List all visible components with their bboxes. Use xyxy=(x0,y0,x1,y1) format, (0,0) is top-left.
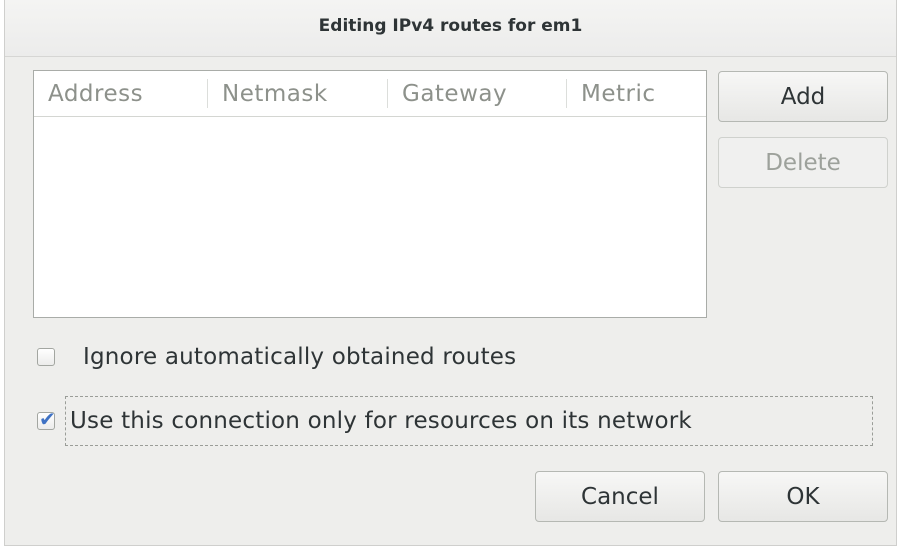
focus-outline: Use this connection only for resources o… xyxy=(65,396,873,446)
use-connection-only-option[interactable]: ✔ Use this connection only for resources… xyxy=(37,395,873,447)
use-connection-only-label: Use this connection only for resources o… xyxy=(70,408,692,434)
delete-route-button[interactable]: Delete xyxy=(718,137,888,188)
ignore-routes-label: Ignore automatically obtained routes xyxy=(83,344,517,370)
ignore-routes-checkbox[interactable] xyxy=(37,348,55,366)
column-header-metric[interactable]: Metric xyxy=(567,71,706,116)
edit-routes-dialog: Editing IPv4 routes for em1 Address Netm… xyxy=(4,0,897,546)
add-route-button[interactable]: Add xyxy=(718,71,888,122)
use-connection-only-checkbox[interactable]: ✔ xyxy=(37,407,56,431)
column-header-gateway[interactable]: Gateway xyxy=(388,71,567,116)
column-header-netmask[interactable]: Netmask xyxy=(208,71,388,116)
routes-table-header: Address Netmask Gateway Metric xyxy=(34,71,706,117)
cancel-button[interactable]: Cancel xyxy=(535,471,705,522)
dialog-title: Editing IPv4 routes for em1 xyxy=(318,16,583,36)
column-header-address[interactable]: Address xyxy=(34,71,208,116)
ignore-routes-option[interactable]: Ignore automatically obtained routes xyxy=(37,339,516,375)
routes-table[interactable]: Address Netmask Gateway Metric xyxy=(33,70,707,318)
ok-button[interactable]: OK xyxy=(718,471,888,522)
dialog-titlebar: Editing IPv4 routes for em1 xyxy=(5,0,896,57)
check-icon: ✔ xyxy=(39,407,56,431)
